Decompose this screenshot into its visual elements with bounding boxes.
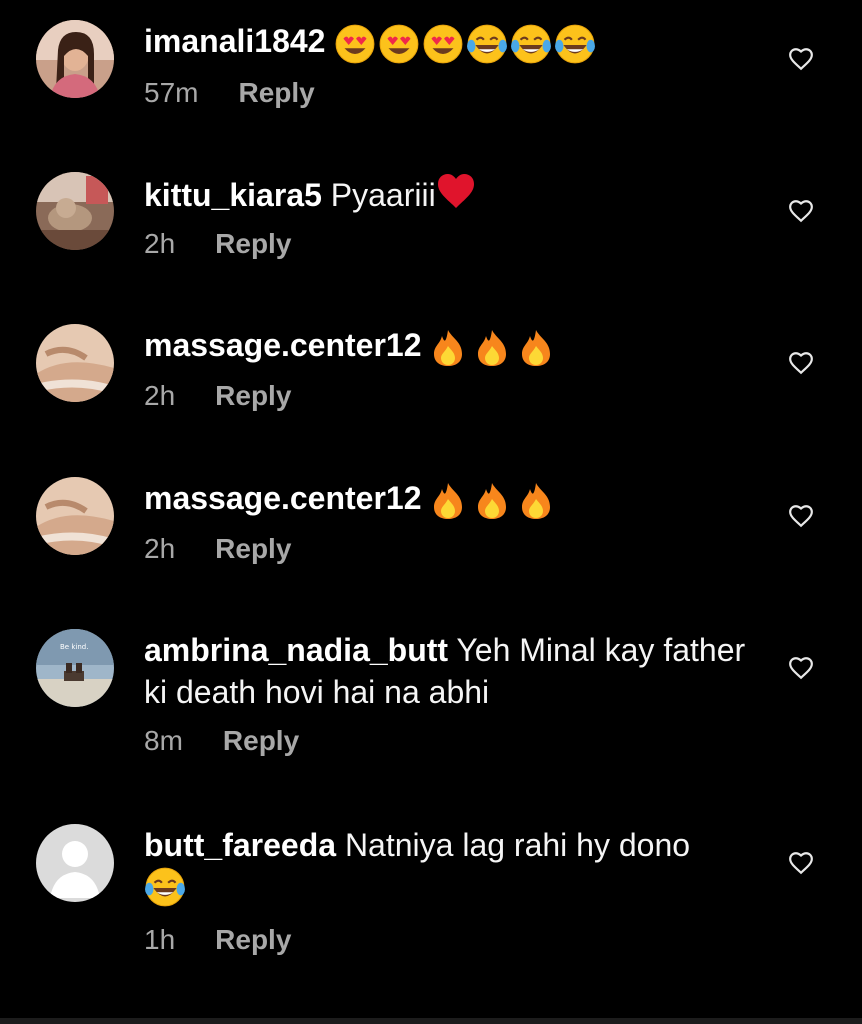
comment-content: kittu_kiara5 Pyaariii 2h Reply [144, 172, 754, 262]
comment-text: kittu_kiara5 Pyaariii [144, 172, 754, 216]
fire-emoji-icon [434, 482, 463, 519]
avatar[interactable] [36, 477, 114, 555]
like-heart-icon[interactable] [788, 350, 814, 376]
fire-emoji-icon [434, 329, 463, 366]
comment-meta: 2h Reply [144, 531, 754, 567]
avatar[interactable] [36, 824, 114, 902]
reply-button[interactable]: Reply [223, 725, 299, 757]
like-heart-icon[interactable] [788, 198, 814, 224]
comment-username[interactable]: imanali1842 [144, 23, 325, 59]
reply-button[interactable]: Reply [215, 228, 291, 260]
heart-eyes-emoji-icon [335, 24, 375, 63]
emoji-group [334, 23, 596, 65]
tears-of-joy-emoji-icon [555, 24, 596, 63]
comment-text: butt_fareeda Natniya lag rahi hy dono [144, 824, 754, 912]
avatar[interactable]: Be kind. [36, 629, 114, 707]
comment-text: massage.center12 [144, 324, 754, 368]
comment-meta: 8m Reply [144, 723, 754, 759]
comment-username[interactable]: massage.center12 [144, 480, 422, 516]
emoji-group [430, 481, 554, 521]
comment-username[interactable]: massage.center12 [144, 327, 422, 363]
comment-time: 1h [144, 924, 176, 955]
comment-content: massage.center12 2h Reply [144, 477, 754, 567]
tears-of-joy-emoji-icon [511, 24, 552, 63]
comment-text: ambrina_nadia_butt Yeh Minal kay father … [144, 629, 754, 713]
fire-emoji-icon [522, 329, 551, 366]
comment-content: imanali1842 57m Reply [144, 20, 754, 111]
tears-of-joy-emoji-icon [467, 24, 508, 63]
fire-emoji-icon [522, 482, 551, 519]
comment-content: butt_fareeda Natniya lag rahi hy dono 1h… [144, 824, 754, 958]
comment-text: imanali1842 [144, 20, 754, 65]
comment-time: 2h [144, 379, 176, 411]
comment-username[interactable]: butt_fareeda [144, 827, 336, 863]
reply-button[interactable]: Reply [215, 924, 291, 956]
comment-username[interactable]: kittu_kiara5 [144, 177, 322, 213]
comment-body: Natniya lag rahi hy dono [344, 827, 691, 863]
heart-eyes-emoji-icon [423, 24, 463, 63]
fire-emoji-icon [478, 329, 507, 366]
red-heart-emoji-icon [437, 174, 474, 208]
reply-button[interactable]: Reply [215, 380, 291, 412]
comment-meta: 2h Reply [144, 226, 754, 262]
heart-eyes-emoji-icon [379, 24, 419, 63]
comment-time: 8m [144, 725, 183, 756]
avatar[interactable] [36, 20, 114, 98]
reply-button[interactable]: Reply [238, 77, 314, 109]
avatar[interactable] [36, 324, 114, 402]
comment-time: 2h [144, 532, 176, 564]
comment-time: 57m [144, 76, 199, 108]
comment-meta: 1h Reply [144, 922, 754, 958]
like-heart-icon[interactable] [788, 46, 814, 72]
comment-username[interactable]: ambrina_nadia_butt [144, 632, 448, 668]
comment-meta: 2h Reply [144, 378, 754, 414]
tears-of-joy-emoji-icon [145, 867, 185, 907]
like-heart-icon[interactable] [788, 655, 814, 681]
comment-content: ambrina_nadia_butt Yeh Minal kay father … [144, 629, 754, 759]
comments-list: imanali1842 57m Reply kittu_kiara5 Pyaar… [0, 0, 862, 1024]
bottom-divider [0, 1018, 862, 1024]
comment-text: massage.center12 [144, 477, 754, 521]
avatar-caption: Be kind. [60, 643, 88, 651]
reply-button[interactable]: Reply [215, 533, 291, 565]
fire-emoji-icon [478, 482, 507, 519]
avatar[interactable] [36, 172, 114, 250]
emoji-group [430, 328, 554, 368]
comment-time: 2h [144, 228, 176, 259]
like-heart-icon[interactable] [788, 503, 814, 529]
comment-meta: 57m Reply [144, 75, 754, 111]
like-heart-icon[interactable] [788, 850, 814, 876]
comment-content: massage.center12 2h Reply [144, 324, 754, 414]
comment-body: Pyaariii [330, 177, 436, 213]
